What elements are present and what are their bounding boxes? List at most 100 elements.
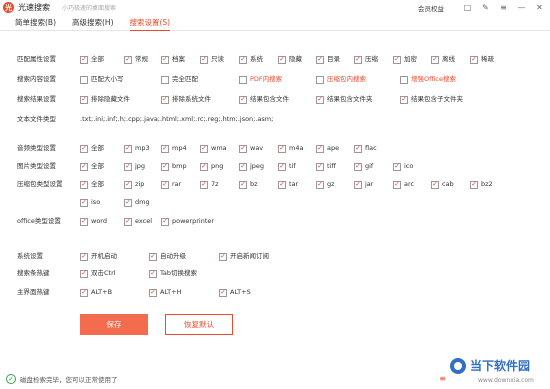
checkbox-image-4[interactable]: ✓ jpeg [239,161,264,172]
checkbox-checked-icon[interactable]: ✓ [80,252,88,261]
checkbox-checked-icon[interactable]: ✓ [149,288,157,297]
checkbox-audio-4[interactable]: ✓ wav [239,143,263,154]
checkbox-checked-icon[interactable]: ✓ [80,269,88,278]
checkbox-image-6[interactable]: ✓ tiff [316,161,336,172]
checkbox-audio-6[interactable]: ✓ ape [316,143,339,154]
checkbox-office-1[interactable]: ✓ excel [124,216,152,227]
checkbox-hotkey-0[interactable]: ✓ 双击Ctrl [80,268,116,279]
checkbox-empty-icon[interactable] [80,75,88,84]
checkbox-attr-7[interactable]: ✓ 压缩 [354,54,378,65]
checkbox-content-1[interactable]: 完全匹配 [161,74,198,85]
checkbox-empty-icon[interactable] [239,75,247,84]
checkbox-archive-7[interactable]: ✓ jar [354,179,373,190]
checkbox-image-1[interactable]: ✓ jpg [124,161,145,172]
checkbox-content-0[interactable]: 匹配大小写 [80,74,124,85]
checkbox-audio-7[interactable]: ✓ flac [354,143,377,154]
checkbox-checked-icon[interactable]: ✓ [239,95,247,104]
checkbox-attr-6[interactable]: ✓ 目录 [316,54,340,65]
checkbox-checked-icon[interactable]: ✓ [239,162,247,171]
checkbox-checked-icon[interactable]: ✓ [124,162,132,171]
checkbox-audio-2[interactable]: ✓ mp4 [161,143,187,154]
checkbox-checked-icon[interactable]: ✓ [161,217,169,226]
checkbox-audio-5[interactable]: ✓ m4a [278,143,303,154]
status-settings[interactable]: ≡ [439,374,446,383]
checkbox-checked-icon[interactable]: ✓ [149,252,157,261]
checkbox-audio-3[interactable]: ✓ wma [200,143,227,154]
checkbox-attr-5[interactable]: ✓ 隐藏 [278,54,302,65]
checkbox-empty-icon[interactable] [316,75,324,84]
skin-icon[interactable]: □ [461,1,474,14]
checkbox-checked-icon[interactable]: ✓ [316,144,324,153]
reset-default-button[interactable]: 恢复默认 [165,314,233,335]
checkbox-image-3[interactable]: ✓ png [200,161,223,172]
checkbox-checked-icon[interactable]: ✓ [149,269,157,278]
tab-search-settings[interactable]: 搜索设置(S) [129,15,171,31]
checkbox-checked-icon[interactable]: ✓ [80,288,88,297]
checkbox-checked-icon[interactable]: ✓ [161,180,169,189]
tab-advanced-search[interactable]: 高级搜索(H) [72,15,114,31]
checkbox-checked-icon[interactable]: ✓ [316,180,324,189]
checkbox-checked-icon[interactable]: ✓ [219,252,227,261]
checkbox-checked-icon[interactable]: ✓ [124,55,132,64]
checkbox-audio-0[interactable]: ✓ 全部 [80,143,104,154]
checkbox-checked-icon[interactable]: ✓ [219,288,227,297]
checkbox-checked-icon[interactable]: ✓ [354,144,362,153]
save-button[interactable]: 保存 [80,314,148,335]
checkbox-checked-icon[interactable]: ✓ [393,180,401,189]
tab-simple-search[interactable]: 简单搜索(B) [15,15,56,31]
menu-icon[interactable]: ≡ [497,1,510,14]
checkbox-office-2[interactable]: ✓ powerprinter [161,216,214,227]
checkbox-checked-icon[interactable]: ✓ [80,180,88,189]
checkbox-checked-icon[interactable]: ✓ [80,55,88,64]
checkbox-checked-icon[interactable]: ✓ [124,144,132,153]
checkbox-image-5[interactable]: ✓ tif [278,161,296,172]
checkbox-archive-8[interactable]: ✓ arc [393,179,414,190]
close-icon[interactable]: ✕ [533,1,546,14]
checkbox-attr-0[interactable]: ✓ 全部 [80,54,104,65]
checkbox-result-2[interactable]: ✓ 结果包含文件 [239,94,289,105]
checkbox-checked-icon[interactable]: ✓ [124,217,132,226]
checkbox-attr-2[interactable]: ✓ 档案 [161,54,185,65]
checkbox-checked-icon[interactable]: ✓ [278,144,286,153]
checkbox-system-0[interactable]: ✓ 开机启动 [80,251,117,262]
checkbox-checked-icon[interactable]: ✓ [80,217,88,226]
checkbox-checked-icon[interactable]: ✓ [354,180,362,189]
checkbox-checked-icon[interactable]: ✓ [200,55,208,64]
checkbox-checked-icon[interactable]: ✓ [400,95,408,104]
checkbox-result-4[interactable]: ✓ 结果包含子文件夹 [400,94,463,105]
checkbox-content-2[interactable]: PDF内搜索 [239,74,282,85]
checkbox-checked-icon[interactable]: ✓ [393,55,401,64]
checkbox-archive-5[interactable]: ✓ tar [278,179,298,190]
checkbox-checked-icon[interactable]: ✓ [161,55,169,64]
checkbox-image-7[interactable]: ✓ gif [354,161,373,172]
checkbox-archive-0[interactable]: ✓ 全部 [80,179,104,190]
checkbox-result-3[interactable]: ✓ 结果包含文件夹 [316,94,373,105]
checkbox-audio-1[interactable]: ✓ mp3 [124,143,150,154]
minimize-icon[interactable]: — [515,1,528,14]
checkbox-empty-icon[interactable] [400,75,408,84]
checkbox-archive-4[interactable]: ✓ bz [239,179,258,190]
checkbox-mainhotkey-1[interactable]: ✓ ALT+H [149,287,181,298]
checkbox-checked-icon[interactable]: ✓ [354,162,362,171]
checkbox-mainhotkey-0[interactable]: ✓ ALT+B [80,287,112,298]
checkbox-hotkey-1[interactable]: ✓ Tab切换搜索 [149,268,197,279]
checkbox-attr-8[interactable]: ✓ 加密 [393,54,417,65]
checkbox-archive-6[interactable]: ✓ gz [316,179,335,190]
checkbox-image-8[interactable]: ✓ ico [393,161,413,172]
checkbox-checked-icon[interactable]: ✓ [239,180,247,189]
checkbox-result-1[interactable]: ✓ 排除系统文件 [161,94,211,105]
checkbox-checked-icon[interactable]: ✓ [239,55,247,64]
checkbox-empty-icon[interactable] [161,75,169,84]
checkbox-checked-icon[interactable]: ✓ [124,180,132,189]
checkbox-checked-icon[interactable]: ✓ [431,55,439,64]
checkbox-checked-icon[interactable]: ✓ [200,144,208,153]
checkbox-checked-icon[interactable]: ✓ [470,55,478,64]
checkbox-checked-icon[interactable]: ✓ [393,162,401,171]
checkbox-attr-3[interactable]: ✓ 只读 [200,54,224,65]
checkbox-checked-icon[interactable]: ✓ [80,162,88,171]
checkbox-checked-icon[interactable]: ✓ [239,144,247,153]
checkbox-attr-1[interactable]: ✓ 常规 [124,54,148,65]
checkbox-archive-3[interactable]: ✓ 7z [200,179,219,190]
checkbox-checked-icon[interactable]: ✓ [161,95,169,104]
checkbox-checked-icon[interactable]: ✓ [316,95,324,104]
